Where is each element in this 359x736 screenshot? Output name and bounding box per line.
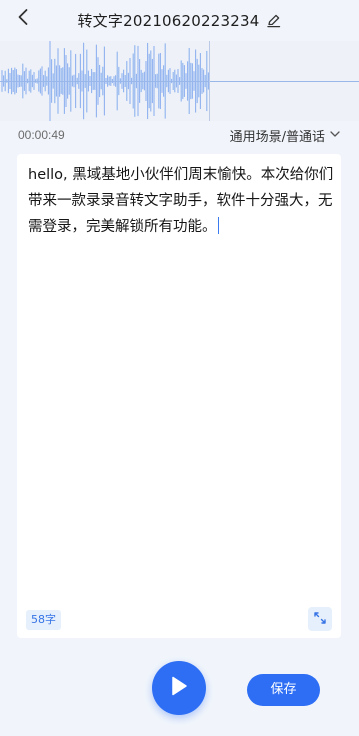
back-chevron-icon: [17, 8, 29, 30]
transcript-editor[interactable]: hello, 黑域基地小伙伴们周末愉快。本次给你们带来一款录录音转文字助手，软件…: [28, 162, 334, 240]
play-button[interactable]: [152, 661, 206, 715]
scene-language-dropdown[interactable]: 通用场景/普通话: [230, 126, 341, 145]
scene-label: 通用场景/普通话: [229, 130, 325, 145]
top-bar: 转文字20210620223234: [0, 0, 359, 40]
text-cursor: [217, 217, 219, 234]
title-edit-group[interactable]: 转文字20210620223234: [77, 10, 281, 31]
transcription-screen: 转文字20210620223234 00:00:49 通用场景/普通话 hell…: [0, 0, 359, 736]
char-count-badge: 58字: [26, 610, 61, 630]
audio-waveform[interactable]: [0, 40, 359, 122]
playback-position-line[interactable]: [209, 41, 210, 121]
transcript-card: hello, 黑域基地小伙伴们周末愉快。本次给你们带来一款录录音转文字助手，软件…: [17, 154, 341, 638]
transcript-text[interactable]: hello, 黑域基地小伙伴们周末愉快。本次给你们带来一款录录音转文字助手，软件…: [28, 167, 333, 235]
expand-button[interactable]: [308, 607, 332, 631]
back-button[interactable]: [12, 8, 34, 30]
page-title: 转文字20210620223234: [77, 11, 260, 30]
play-icon: [169, 675, 189, 701]
save-button[interactable]: 保存: [247, 674, 320, 706]
waveform-baseline: [0, 81, 359, 82]
playback-info-row: 00:00:49 通用场景/普通话: [0, 124, 359, 148]
pencil-edit-icon[interactable]: [266, 12, 282, 28]
chevron-down-icon: [329, 128, 341, 144]
elapsed-time: 00:00:49: [18, 128, 65, 142]
expand-arrows-icon: [313, 610, 327, 629]
